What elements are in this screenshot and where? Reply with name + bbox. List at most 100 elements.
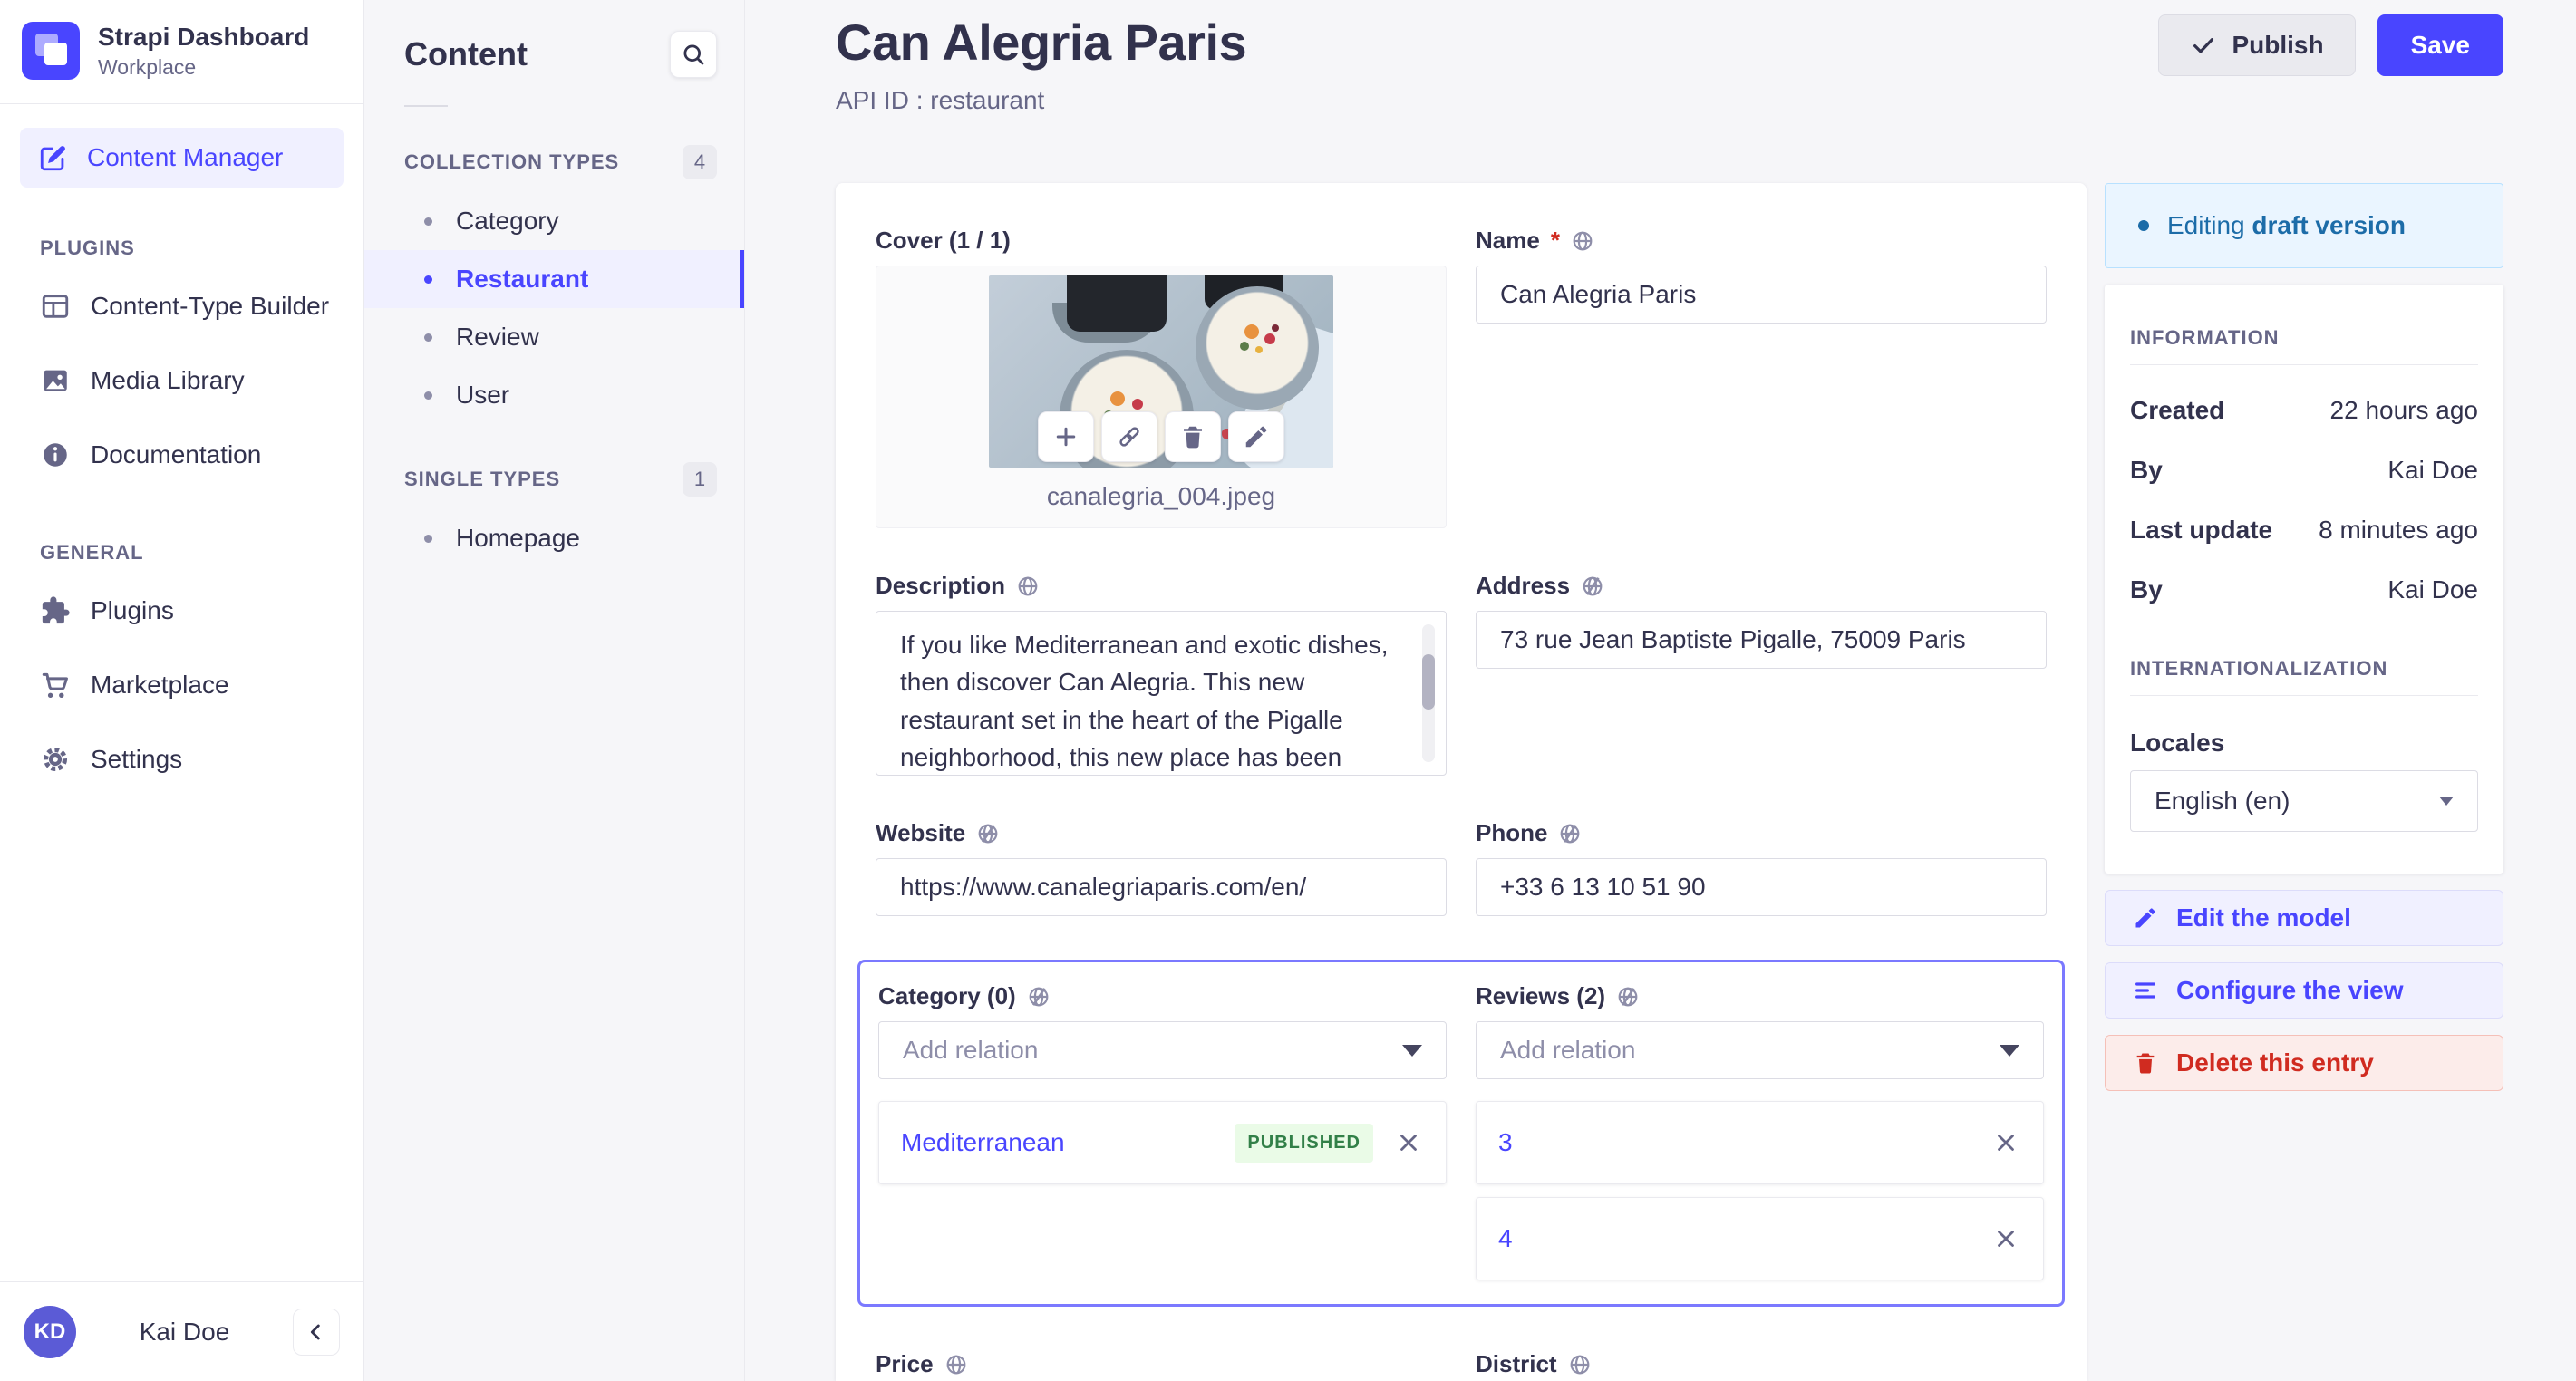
name-label: Name — [1476, 227, 1540, 254]
plus-icon — [1052, 423, 1080, 450]
list-lines-icon — [2133, 978, 2158, 1003]
scrollbar-track[interactable] — [1422, 624, 1435, 762]
cover-label: Cover (1 / 1) — [876, 227, 1011, 254]
edit-model-button[interactable]: Edit the model — [2105, 890, 2503, 946]
publish-button[interactable]: Publish — [2158, 14, 2356, 76]
field-reviews: Reviews (2) Add relation 3 4 — [1476, 982, 2044, 1280]
category-label: Category (0) — [878, 982, 1016, 1009]
subnav-item-review[interactable]: Review — [364, 308, 744, 366]
single-types-label: SINGLE TYPES — [404, 468, 561, 490]
bullet-icon — [424, 333, 432, 342]
search-button[interactable] — [670, 31, 717, 78]
avatar: KD — [24, 1305, 76, 1358]
globe-icon — [1571, 229, 1594, 253]
check-icon — [2190, 32, 2217, 59]
select-placeholder: Add relation — [903, 1036, 1039, 1064]
address-input[interactable]: 73 rue Jean Baptiste Pigalle, 75009 Pari… — [1476, 611, 2047, 669]
info-row-updated-by: By Kai Doe — [2130, 575, 2478, 604]
divider — [2130, 695, 2478, 696]
relation-link[interactable]: 3 — [1498, 1128, 1990, 1157]
user-name: Kai Doe — [139, 1317, 230, 1346]
remove-relation-button[interactable] — [1990, 1127, 2021, 1158]
remove-relation-button[interactable] — [1393, 1127, 1424, 1158]
relation-link[interactable]: 4 — [1498, 1224, 1990, 1253]
sidebar-item-label: Documentation — [91, 440, 262, 468]
puzzle-icon — [40, 595, 71, 626]
sidebar-item-content-type-builder[interactable]: Content-Type Builder — [0, 269, 363, 343]
sidebar-section-plugins: PLUGINS — [40, 237, 135, 259]
sidebar-item-documentation[interactable]: Documentation — [0, 418, 363, 492]
remove-relation-button[interactable] — [1990, 1223, 2021, 1254]
information-card: INFORMATION Created 22 hours ago By Kai … — [2105, 285, 2503, 874]
globe-icon — [944, 1353, 968, 1376]
copy-link-button[interactable] — [1101, 411, 1157, 462]
collapse-sidebar-button[interactable] — [293, 1308, 340, 1356]
divider — [2130, 364, 2478, 365]
globe-strikethrough-icon — [1558, 822, 1582, 845]
configure-view-label: Configure the view — [2176, 976, 2404, 1004]
sidebar-item-plugins[interactable]: Plugins — [0, 574, 363, 648]
subnav-item-label: Homepage — [456, 524, 580, 552]
subnav-item-label: User — [456, 381, 510, 409]
status-dot-icon — [2138, 220, 2149, 231]
entry-form-card: Cover (1 / 1) canalegria_004.jpeg Name *… — [836, 183, 2087, 1381]
info-row-created: Created 22 hours ago — [2130, 396, 2478, 424]
info-row-created-by: By Kai Doe — [2130, 456, 2478, 484]
phone-input[interactable]: +33 6 13 10 51 90 — [1476, 858, 2047, 916]
chevron-down-icon — [2439, 797, 2454, 806]
scrollbar-thumb[interactable] — [1422, 654, 1435, 710]
draft-version-banner: Editing draft version — [2105, 183, 2503, 268]
sidebar-item-marketplace[interactable]: Marketplace — [0, 648, 363, 722]
bullet-icon — [424, 391, 432, 400]
subnav-item-user[interactable]: User — [364, 366, 744, 424]
field-phone: Phone +33 6 13 10 51 90 — [1476, 819, 2047, 916]
name-input[interactable]: Can Alegria Paris — [1476, 266, 2047, 324]
address-value: 73 rue Jean Baptiste Pigalle, 75009 Pari… — [1500, 625, 1966, 653]
sidebar-item-content-manager[interactable]: Content Manager — [20, 128, 344, 188]
cover-image — [989, 275, 1333, 468]
locale-select[interactable]: English (en) — [2130, 770, 2478, 832]
globe-strikethrough-icon — [976, 822, 1000, 845]
page-title: Can Alegria Paris — [836, 14, 1247, 71]
delete-entry-button[interactable]: Delete this entry — [2105, 1035, 2503, 1091]
collection-types-label: COLLECTION TYPES — [404, 150, 620, 173]
relations-highlight-box: Category (0) Add relation Mediterranean … — [857, 960, 2065, 1307]
bullet-icon — [424, 217, 432, 226]
delete-entry-label: Delete this entry — [2176, 1048, 2374, 1077]
add-media-button[interactable] — [1038, 411, 1094, 462]
sidebar-item-settings[interactable]: Settings — [0, 722, 363, 797]
subnav-item-restaurant[interactable]: Restaurant — [364, 250, 744, 308]
field-description: Description If you like Mediterranean an… — [876, 572, 1447, 776]
configure-view-button[interactable]: Configure the view — [2105, 962, 2503, 1019]
delete-media-button[interactable] — [1165, 411, 1221, 462]
save-button[interactable]: Save — [2377, 14, 2503, 76]
chevron-down-icon — [2000, 1044, 2019, 1057]
info-row-last-update: Last update 8 minutes ago — [2130, 516, 2478, 544]
required-asterisk: * — [1550, 227, 1560, 254]
trash-icon — [1179, 423, 1206, 450]
subnav-item-category[interactable]: Category — [364, 192, 744, 250]
district-label: District — [1476, 1350, 1557, 1377]
sidebar-item-media-library[interactable]: Media Library — [0, 343, 363, 418]
subnav-item-label: Review — [456, 323, 539, 351]
globe-icon — [1016, 575, 1040, 598]
user-footer: KD Kai Doe — [0, 1281, 363, 1381]
workspace-header[interactable]: Strapi Dashboard Workplace — [0, 0, 363, 104]
subnav-item-homepage[interactable]: Homepage — [364, 509, 744, 567]
description-textarea[interactable]: If you like Mediterranean and exotic dis… — [876, 611, 1447, 776]
sidebar-item-label: Marketplace — [91, 671, 229, 699]
collection-types-count: 4 — [683, 145, 717, 179]
category-add-relation-select[interactable]: Add relation — [878, 1021, 1447, 1079]
globe-strikethrough-icon — [1616, 985, 1640, 1009]
field-price: Price Regular — [876, 1350, 1447, 1381]
edit-media-button[interactable] — [1228, 411, 1284, 462]
relation-link[interactable]: Mediterranean — [901, 1128, 1235, 1157]
website-input[interactable]: https://www.canalegriaparis.com/en/ — [876, 858, 1447, 916]
image-icon — [40, 365, 71, 396]
locales-label: Locales — [2130, 729, 2225, 757]
banner-text: Editing — [2167, 211, 2245, 239]
link-icon — [1116, 423, 1143, 450]
reviews-add-relation-select[interactable]: Add relation — [1476, 1021, 2044, 1079]
pencil-icon — [2133, 905, 2158, 931]
description-label: Description — [876, 572, 1006, 599]
